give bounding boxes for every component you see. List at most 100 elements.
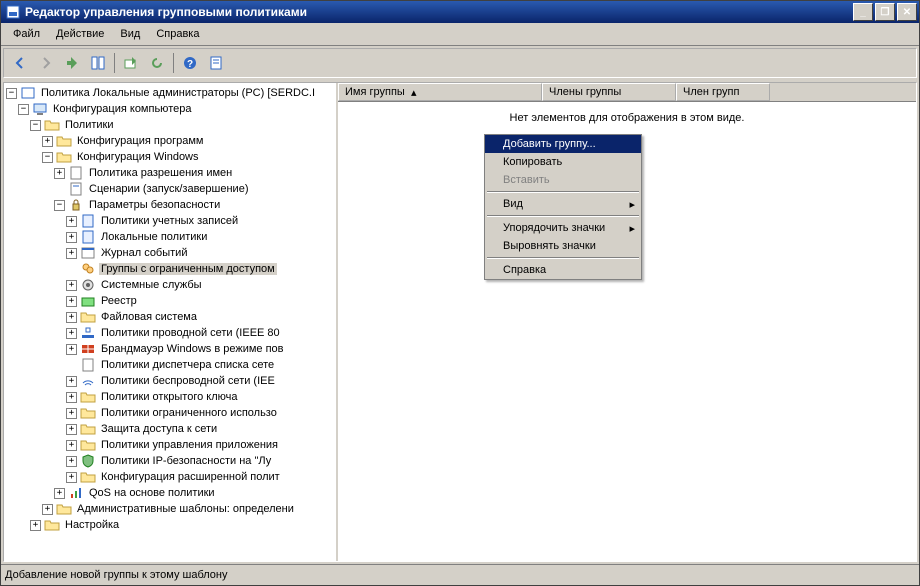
folder-icon — [80, 389, 96, 405]
status-bar: Добавление новой группы к этому шаблону — [1, 564, 919, 585]
folder-open-icon — [44, 117, 60, 133]
status-text: Добавление новой группы к этому шаблону — [5, 569, 228, 581]
ctx-separator — [487, 215, 639, 217]
tree-policies[interactable]: −Политики — [6, 117, 334, 133]
close-button[interactable]: ✕ — [897, 3, 917, 21]
menu-bar: Файл Действие Вид Справка — [1, 23, 919, 46]
list-header: Имя группы ▴ Члены группы Член групп — [338, 83, 916, 102]
empty-list-message: Нет элементов для отображения в этом вид… — [338, 102, 916, 124]
tree-firewall[interactable]: +Брандмауэр Windows в режиме пов — [6, 341, 334, 357]
computer-icon — [32, 101, 48, 117]
menu-file[interactable]: Файл — [5, 26, 48, 42]
ctx-arrange-icons[interactable]: Упорядочить значки▸ — [485, 219, 641, 237]
tree-admin-templates[interactable]: +Административные шаблоны: определени — [6, 501, 334, 517]
tree-account-policies[interactable]: +Политики учетных записей — [6, 213, 334, 229]
tree-program-config[interactable]: +Конфигурация программ — [6, 133, 334, 149]
tree-scripts[interactable]: Сценарии (запуск/завершение) — [6, 181, 334, 197]
ctx-separator — [487, 191, 639, 193]
mmc-window: Редактор управления групповыми политикам… — [0, 0, 920, 586]
tree-appctrl[interactable]: +Политики управления приложения — [6, 437, 334, 453]
policy-icon — [20, 85, 36, 101]
menu-action[interactable]: Действие — [48, 26, 112, 42]
tree-pane[interactable]: −Политика Локальные администраторы (PC) … — [4, 83, 338, 561]
minimize-button[interactable]: _ — [853, 3, 873, 21]
svg-text:?: ? — [187, 59, 193, 70]
sort-arrow-icon: ▴ — [411, 86, 417, 99]
folder-icon — [80, 469, 96, 485]
window-title: Редактор управления групповыми политикам… — [25, 5, 307, 19]
tree-settings[interactable]: +Настройка — [6, 517, 334, 533]
policy-item-icon — [80, 213, 96, 229]
app-icon — [5, 4, 21, 20]
folder-icon — [80, 309, 96, 325]
tree-software-restrict[interactable]: +Политики ограниченного использо — [6, 405, 334, 421]
folder-icon — [80, 421, 96, 437]
network-list-icon — [80, 357, 96, 373]
tree-wired-policies[interactable]: +Политики проводной сети (IEEE 80 — [6, 325, 334, 341]
tree-system-services[interactable]: +Системные службы — [6, 277, 334, 293]
security-icon — [68, 197, 84, 213]
tree-local-policies[interactable]: +Локальные политики — [6, 229, 334, 245]
forward-button[interactable] — [34, 51, 58, 75]
restore-button[interactable]: ❐ — [875, 3, 895, 21]
submenu-arrow-icon: ▸ — [629, 222, 635, 235]
ctx-separator — [487, 257, 639, 259]
folder-icon — [80, 437, 96, 453]
tree-wireless[interactable]: +Политики беспроводной сети (IEE — [6, 373, 334, 389]
ctx-add-group[interactable]: Добавить группу... — [485, 135, 641, 153]
up-button[interactable] — [60, 51, 84, 75]
title-bar[interactable]: Редактор управления групповыми политикам… — [1, 1, 919, 23]
network-icon — [80, 325, 96, 341]
help-button[interactable]: ? — [178, 51, 202, 75]
folder-icon — [56, 501, 72, 517]
eventlog-icon — [80, 245, 96, 261]
services-icon — [80, 277, 96, 293]
folder-open-icon — [56, 149, 72, 165]
tree-computer-config[interactable]: −Конфигурация компьютера — [6, 101, 334, 117]
list-pane[interactable]: Имя группы ▴ Члены группы Член групп Нет… — [338, 83, 916, 561]
folder-icon — [56, 133, 72, 149]
tree-nap[interactable]: +Защита доступа к сети — [6, 421, 334, 437]
back-button[interactable] — [8, 51, 32, 75]
refresh-button[interactable] — [145, 51, 169, 75]
ctx-copy[interactable]: Копировать — [485, 153, 641, 171]
ctx-view[interactable]: Вид▸ — [485, 195, 641, 213]
menu-view[interactable]: Вид — [112, 26, 148, 42]
list-body[interactable]: Нет элементов для отображения в этом вид… — [338, 102, 916, 561]
tree-qos[interactable]: +QoS на основе политики — [6, 485, 334, 501]
tree-network-list[interactable]: Политики диспетчера списка сете — [6, 357, 334, 373]
show-hide-button[interactable] — [86, 51, 110, 75]
content-area: −Политика Локальные администраторы (PC) … — [3, 82, 917, 562]
column-group-name[interactable]: Имя группы ▴ — [338, 83, 542, 101]
folder-icon — [80, 405, 96, 421]
tree-event-log[interactable]: +Журнал событий — [6, 245, 334, 261]
tree-advanced-audit[interactable]: +Конфигурация расширенной полит — [6, 469, 334, 485]
column-member-of[interactable]: Член групп — [676, 83, 770, 101]
tree-root[interactable]: −Политика Локальные администраторы (PC) … — [6, 85, 334, 101]
context-menu: Добавить группу... Копировать Вставить В… — [484, 134, 642, 280]
ctx-paste: Вставить — [485, 171, 641, 189]
ctx-align-icons[interactable]: Выровнять значки — [485, 237, 641, 255]
tree-ipsec[interactable]: +Политики IP-безопасности на "Лу — [6, 453, 334, 469]
tree-security-settings[interactable]: −Параметры безопасности — [6, 197, 334, 213]
menu-help[interactable]: Справка — [148, 26, 207, 42]
policy-item-icon — [68, 165, 84, 181]
firewall-icon — [80, 341, 96, 357]
registry-icon — [80, 293, 96, 309]
ipsec-icon — [80, 453, 96, 469]
column-members[interactable]: Члены группы — [542, 83, 676, 101]
ctx-help[interactable]: Справка — [485, 261, 641, 279]
policy-item-icon — [80, 229, 96, 245]
toolbar: ? — [3, 48, 917, 78]
script-icon — [68, 181, 84, 197]
tree-windows-config[interactable]: −Конфигурация Windows — [6, 149, 334, 165]
tree-public-key[interactable]: +Политики открытого ключа — [6, 389, 334, 405]
properties-button[interactable] — [204, 51, 228, 75]
tree-registry[interactable]: +Реестр — [6, 293, 334, 309]
export-button[interactable] — [119, 51, 143, 75]
tree-name-resolution[interactable]: +Политика разрешения имен — [6, 165, 334, 181]
qos-icon — [68, 485, 84, 501]
tree-restricted-groups[interactable]: Группы с ограниченным доступом — [6, 261, 334, 277]
wireless-icon — [80, 373, 96, 389]
tree-file-system[interactable]: +Файловая система — [6, 309, 334, 325]
